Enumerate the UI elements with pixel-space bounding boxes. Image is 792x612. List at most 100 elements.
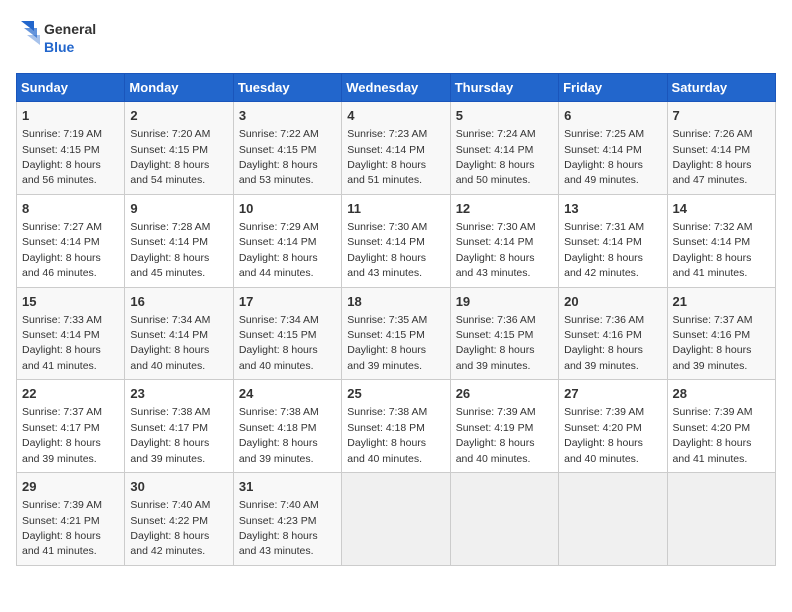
day-info: Sunrise: 7:35 AMSunset: 4:15 PMDaylight:… xyxy=(347,314,427,372)
day-number: 7 xyxy=(673,107,770,125)
day-number: 14 xyxy=(673,200,770,218)
day-info: Sunrise: 7:34 AMSunset: 4:15 PMDaylight:… xyxy=(239,314,319,372)
page-header: General Blue xyxy=(16,16,776,61)
calendar-cell: 2Sunrise: 7:20 AMSunset: 4:15 PMDaylight… xyxy=(125,102,233,195)
logo: General Blue xyxy=(16,16,106,61)
day-info: Sunrise: 7:23 AMSunset: 4:14 PMDaylight:… xyxy=(347,128,427,186)
day-number: 2 xyxy=(130,107,227,125)
day-number: 15 xyxy=(22,293,119,311)
day-header-tuesday: Tuesday xyxy=(233,74,341,102)
calendar-cell: 27 Sunrise: 7:39 AMSunset: 4:20 PMDayligh… xyxy=(559,380,667,473)
logo-svg: General Blue xyxy=(16,16,106,61)
calendar-cell xyxy=(667,473,775,566)
day-number: 31 xyxy=(239,478,336,496)
day-number: 8 xyxy=(22,200,119,218)
calendar-cell: 23Sunrise: 7:38 AMSunset: 4:17 PMDayligh… xyxy=(125,380,233,473)
day-number: 16 xyxy=(130,293,227,311)
calendar-cell xyxy=(342,473,450,566)
day-number: 4 xyxy=(347,107,444,125)
calendar-cell: 12 Sunrise: 7:30 AMSunset: 4:14 PMDayligh… xyxy=(450,194,558,287)
calendar-cell: 1 Sunrise: 7:19 AMSunset: 4:15 PMDaylight… xyxy=(17,102,125,195)
day-info: Sunrise: 7:38 AMSunset: 4:18 PMDaylight:… xyxy=(347,406,427,464)
day-info: Sunrise: 7:30 AMSunset: 4:14 PMDaylight:… xyxy=(456,221,536,279)
day-info: Sunrise: 7:30 AMSunset: 4:14 PMDaylight:… xyxy=(347,221,427,279)
day-number: 5 xyxy=(456,107,553,125)
calendar-cell: 16 Sunrise: 7:34 AMSunset: 4:14 PMDayligh… xyxy=(125,287,233,380)
day-number: 17 xyxy=(239,293,336,311)
day-number: 30 xyxy=(130,478,227,496)
calendar-cell: 9 Sunrise: 7:28 AMSunset: 4:14 PMDaylight… xyxy=(125,194,233,287)
calendar-cell: 13 Sunrise: 7:31 AMSunset: 4:14 PMDayligh… xyxy=(559,194,667,287)
day-info: Sunrise: 7:25 AMSunset: 4:14 PMDaylight:… xyxy=(564,128,644,186)
day-info: Sunrise: 7:32 AMSunset: 4:14 PMDaylight:… xyxy=(673,221,753,279)
day-info: Sunrise: 7:39 AMSunset: 4:20 PMDaylight:… xyxy=(673,406,753,464)
day-number: 10 xyxy=(239,200,336,218)
calendar-cell: 15 Sunrise: 7:33 AMSunset: 4:14 PMDayligh… xyxy=(17,287,125,380)
day-info: Sunrise: 7:34 AMSunset: 4:14 PMDaylight:… xyxy=(130,314,210,372)
day-info: Sunrise: 7:31 AMSunset: 4:14 PMDaylight:… xyxy=(564,221,644,279)
calendar-table: SundayMondayTuesdayWednesdayThursdayFrid… xyxy=(16,73,776,566)
day-number: 22 xyxy=(22,385,119,403)
day-number: 6 xyxy=(564,107,661,125)
day-info: Sunrise: 7:38 AMSunset: 4:18 PMDaylight:… xyxy=(239,406,319,464)
day-info: Sunrise: 7:29 AMSunset: 4:14 PMDaylight:… xyxy=(239,221,319,279)
calendar-cell xyxy=(559,473,667,566)
day-info: Sunrise: 7:39 AMSunset: 4:21 PMDaylight:… xyxy=(22,499,102,557)
day-info: Sunrise: 7:22 AMSunset: 4:15 PMDaylight:… xyxy=(239,128,319,186)
calendar-header-row: SundayMondayTuesdayWednesdayThursdayFrid… xyxy=(17,74,776,102)
calendar-cell: 26Sunrise: 7:39 AMSunset: 4:19 PMDayligh… xyxy=(450,380,558,473)
week-row-2: 8 Sunrise: 7:27 AMSunset: 4:14 PMDaylight… xyxy=(17,194,776,287)
calendar-cell: 7 Sunrise: 7:26 AMSunset: 4:14 PMDaylight… xyxy=(667,102,775,195)
calendar-cell: 28 Sunrise: 7:39 AMSunset: 4:20 PMDayligh… xyxy=(667,380,775,473)
day-number: 21 xyxy=(673,293,770,311)
day-number: 25 xyxy=(347,385,444,403)
calendar-cell: 14 Sunrise: 7:32 AMSunset: 4:14 PMDayligh… xyxy=(667,194,775,287)
day-info: Sunrise: 7:37 AMSunset: 4:17 PMDaylight:… xyxy=(22,406,102,464)
calendar-cell: 29 Sunrise: 7:39 AMSunset: 4:21 PMDayligh… xyxy=(17,473,125,566)
week-row-1: 1 Sunrise: 7:19 AMSunset: 4:15 PMDaylight… xyxy=(17,102,776,195)
day-header-friday: Friday xyxy=(559,74,667,102)
calendar-cell: 22 Sunrise: 7:37 AMSunset: 4:17 PMDayligh… xyxy=(17,380,125,473)
calendar-cell: 4 Sunrise: 7:23 AMSunset: 4:14 PMDaylight… xyxy=(342,102,450,195)
calendar-cell: 25 Sunrise: 7:38 AMSunset: 4:18 PMDayligh… xyxy=(342,380,450,473)
day-info: Sunrise: 7:26 AMSunset: 4:14 PMDaylight:… xyxy=(673,128,753,186)
calendar-cell: 17 Sunrise: 7:34 AMSunset: 4:15 PMDayligh… xyxy=(233,287,341,380)
day-info: Sunrise: 7:28 AMSunset: 4:14 PMDaylight:… xyxy=(130,221,210,279)
day-header-sunday: Sunday xyxy=(17,74,125,102)
day-number: 19 xyxy=(456,293,553,311)
day-info: Sunrise: 7:39 AMSunset: 4:20 PMDaylight:… xyxy=(564,406,644,464)
svg-text:General: General xyxy=(44,21,96,37)
day-number: 11 xyxy=(347,200,444,218)
day-info: Sunrise: 7:40 AMSunset: 4:23 PMDaylight:… xyxy=(239,499,319,557)
day-number: 28 xyxy=(673,385,770,403)
day-number: 3 xyxy=(239,107,336,125)
day-number: 1 xyxy=(22,107,119,125)
day-info: Sunrise: 7:33 AMSunset: 4:14 PMDaylight:… xyxy=(22,314,102,372)
calendar-cell: 5 Sunrise: 7:24 AMSunset: 4:14 PMDaylight… xyxy=(450,102,558,195)
calendar-cell xyxy=(450,473,558,566)
day-header-wednesday: Wednesday xyxy=(342,74,450,102)
day-info: Sunrise: 7:24 AMSunset: 4:14 PMDaylight:… xyxy=(456,128,536,186)
week-row-3: 15 Sunrise: 7:33 AMSunset: 4:14 PMDayligh… xyxy=(17,287,776,380)
calendar-cell: 24 Sunrise: 7:38 AMSunset: 4:18 PMDayligh… xyxy=(233,380,341,473)
calendar-cell: 18 Sunrise: 7:35 AMSunset: 4:15 PMDayligh… xyxy=(342,287,450,380)
day-info: Sunrise: 7:36 AMSunset: 4:15 PMDaylight:… xyxy=(456,314,536,372)
day-number: 23 xyxy=(130,385,227,403)
day-number: 29 xyxy=(22,478,119,496)
day-header-thursday: Thursday xyxy=(450,74,558,102)
day-info: Sunrise: 7:27 AMSunset: 4:14 PMDaylight:… xyxy=(22,221,102,279)
day-number: 9 xyxy=(130,200,227,218)
day-info: Sunrise: 7:39 AMSunset: 4:19 PMDaylight:… xyxy=(456,406,536,464)
day-info: Sunrise: 7:19 AMSunset: 4:15 PMDaylight:… xyxy=(22,128,102,186)
day-number: 27 xyxy=(564,385,661,403)
calendar-cell: 8 Sunrise: 7:27 AMSunset: 4:14 PMDaylight… xyxy=(17,194,125,287)
day-number: 18 xyxy=(347,293,444,311)
day-number: 24 xyxy=(239,385,336,403)
day-number: 13 xyxy=(564,200,661,218)
calendar-cell: 10 Sunrise: 7:29 AMSunset: 4:14 PMDayligh… xyxy=(233,194,341,287)
day-number: 12 xyxy=(456,200,553,218)
day-info: Sunrise: 7:36 AMSunset: 4:16 PMDaylight:… xyxy=(564,314,644,372)
calendar-cell: 11 Sunrise: 7:30 AMSunset: 4:14 PMDayligh… xyxy=(342,194,450,287)
week-row-5: 29 Sunrise: 7:39 AMSunset: 4:21 PMDayligh… xyxy=(17,473,776,566)
svg-text:Blue: Blue xyxy=(44,39,75,55)
